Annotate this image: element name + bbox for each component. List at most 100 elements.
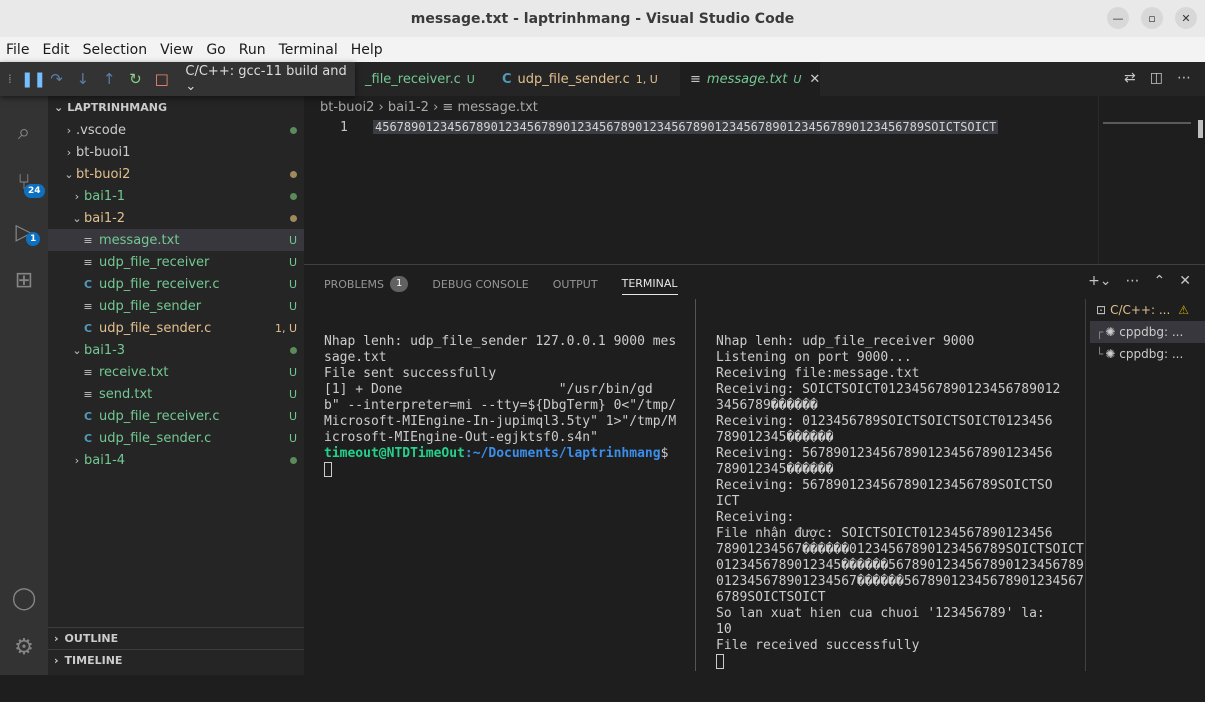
tree-item-receive-txt[interactable]: ≡ receive.txt U [48,361,304,383]
line-number: 1 [340,120,348,135]
minimize-button[interactable]: — [1107,7,1129,29]
explorer-root[interactable]: ⌄ LAPTRINHMANG [48,96,304,118]
tab-problems[interactable]: PROBLEMS 1 [324,273,409,295]
terminal-list-item[interactable]: └ ✺ cppdbg: ... [1090,343,1205,365]
tab-label: PROBLEMS [324,277,385,291]
panel-tabs: PROBLEMS 1 DEBUG CONSOLE OUTPUT TERMINAL [324,273,678,295]
step-out-icon[interactable]: ↑ [100,70,117,88]
menu-file[interactable]: File [6,42,29,58]
menu-go[interactable]: Go [206,42,225,58]
chevron-down-icon: ⌄ [64,167,74,181]
terminal-line: Receiving: 0123456789SOICTSOICTSOICT0123… [716,414,1053,429]
tree-item-udp-file-receiver-c-2[interactable]: C udp_file_receiver.c U [48,405,304,427]
c-file-icon: C [83,277,93,291]
compare-icon[interactable]: ⇄ [1124,70,1136,86]
tab-debug-console[interactable]: DEBUG CONSOLE [432,273,528,295]
tree-item-udp-file-sender[interactable]: ≡ udp_file_sender U [48,295,304,317]
close-panel-icon[interactable]: ✕ [1179,273,1191,289]
debug-config-select[interactable]: C/C++: gcc-11 build and ⌄ [185,64,355,94]
terminal-line: 6789SOICTSOICT [716,590,826,605]
terminal-line: Receiving: 5678901234567890123456789SOIC… [716,478,1053,493]
tree-item-vscode[interactable]: › .vscode [48,119,304,141]
terminal-split-divider[interactable] [695,299,696,671]
more-actions-icon[interactable]: ⋯ [1177,70,1191,86]
close-tab-icon[interactable]: ✕ [809,72,820,87]
breadcrumb-item[interactable]: bt-buoi2 [320,100,374,115]
menu-help[interactable]: Help [351,42,383,58]
tab-message-txt[interactable]: ≡ message.txt U ✕ [680,62,820,96]
restart-icon[interactable]: ↻ [127,70,144,88]
gear-icon[interactable]: ⚙ [0,627,48,667]
search-icon[interactable]: ⌕ [0,112,48,152]
tree-item-bt-buoi1[interactable]: › bt-buoi1 [48,141,304,163]
menu-run[interactable]: Run [239,42,266,58]
terminal-icon: ⊡ [1096,303,1107,317]
scrollbar-thumb[interactable] [1198,120,1203,138]
menu-bar: File Edit Selection View Go Run Terminal… [0,37,1205,62]
close-window-button[interactable]: ✕ [1175,7,1197,29]
tab-udp-file-sender[interactable]: C udp_file_sender.c 1, U [492,62,677,96]
tree-item-bai1-4[interactable]: › bai1-4 [48,449,304,471]
window-title: message.txt - laptrinhmang - Visual Stud… [410,10,795,27]
menu-selection[interactable]: Selection [83,42,148,58]
maximize-button[interactable]: ▫ [1141,7,1163,29]
tab-output[interactable]: OUTPUT [553,273,598,295]
c-file-icon: C [83,321,93,335]
maximize-panel-icon[interactable]: ⌃ [1154,273,1166,289]
status-dot [282,168,304,181]
pause-icon[interactable]: ❚❚ [21,70,46,88]
terminal-list-divider[interactable] [1085,299,1086,671]
status-badge: U [288,387,298,401]
outline-section[interactable]: › OUTLINE [48,627,304,649]
stop-icon[interactable]: □ [153,70,170,88]
tree-item-bai1-2[interactable]: ⌄ bai1-2 [48,207,304,229]
tree-item-label: udp_file_sender [99,298,202,314]
terminal-right[interactable]: Nhap lenh: udp_file_receiver 9000 Listeni… [716,318,1084,702]
tree-item-udp-file-sender-c[interactable]: C udp_file_sender.c 1, U [48,317,304,339]
tree-item-message-txt[interactable]: ≡ message.txt U [48,229,304,251]
add-terminal-icon[interactable]: +⌄ [1088,273,1111,289]
tree-item-udp-file-receiver[interactable]: ≡ udp_file_receiver U [48,251,304,273]
drag-handle-icon[interactable]: ⁞ [8,72,12,86]
tree-item-send-txt[interactable]: ≡ send.txt U [48,383,304,405]
step-over-icon[interactable]: ↷ [48,70,65,88]
tree-item-udp-file-sender-c-2[interactable]: C udp_file_sender.c U [48,427,304,449]
more-actions-icon[interactable]: ⋯ [1126,273,1140,289]
outline-label: OUTLINE [64,632,119,645]
chevron-down-icon: ⌄ [72,211,82,225]
run-debug-icon[interactable]: ▷ [0,212,48,252]
terminal-line: Receiving: [716,510,803,525]
terminal-line: icrosoft-MIEngine-Out-egjktsf0.s4n" [324,430,598,445]
terminal-list-item[interactable]: ⊡ C/C++: ... ⚠ [1090,299,1205,321]
tree-item-label: .vscode [76,122,126,138]
tree-item-bai1-3[interactable]: ⌄ bai1-3 [48,339,304,361]
menu-terminal[interactable]: Terminal [279,42,338,58]
code-line[interactable]: 4567890123456789012345678901234567890123… [373,120,999,134]
split-editor-icon[interactable]: ◫ [1150,70,1163,86]
terminal-list-item[interactable]: ┌ ✺ cppdbg: ... [1090,321,1205,343]
tree-item-bai1-1[interactable]: › bai1-1 [48,185,304,207]
extensions-icon[interactable]: ⊞ [0,260,48,300]
tab-udp-file-receiver[interactable]: _file_receiver.c U [355,62,490,96]
status-badge: U [288,299,298,313]
terminal-line: 10 [716,622,732,637]
menu-edit[interactable]: Edit [42,42,69,58]
terminal-list-label: cppdbg: ... [1119,347,1184,361]
timeline-section[interactable]: › TIMELINE [48,649,304,671]
status-badge: U [288,255,298,269]
breadcrumb-item[interactable]: message.txt [457,100,537,115]
terminal-left[interactable]: Nhap lenh: udp_file_sender 127.0.0.1 900… [324,318,676,510]
prompt-end: $ [660,446,669,461]
minimap[interactable] [1098,96,1205,264]
editor-area[interactable]: bt-buoi2 › bai1-2 › ≡ message.txt 1 4567… [304,96,1205,264]
chevron-down-icon: ⌄ [72,343,82,357]
tab-label: TERMINAL [621,277,678,290]
tree-item-udp-file-receiver-c[interactable]: C udp_file_receiver.c U [48,273,304,295]
problems-badge: 1 [390,276,409,292]
step-into-icon[interactable]: ↓ [74,70,91,88]
tab-terminal[interactable]: TERMINAL [621,273,678,295]
tree-item-bt-buoi2[interactable]: ⌄ bt-buoi2 [48,163,304,185]
account-icon[interactable]: ◯ [0,578,48,618]
menu-view[interactable]: View [160,42,193,58]
breadcrumb-item[interactable]: bai1-2 [388,100,429,115]
